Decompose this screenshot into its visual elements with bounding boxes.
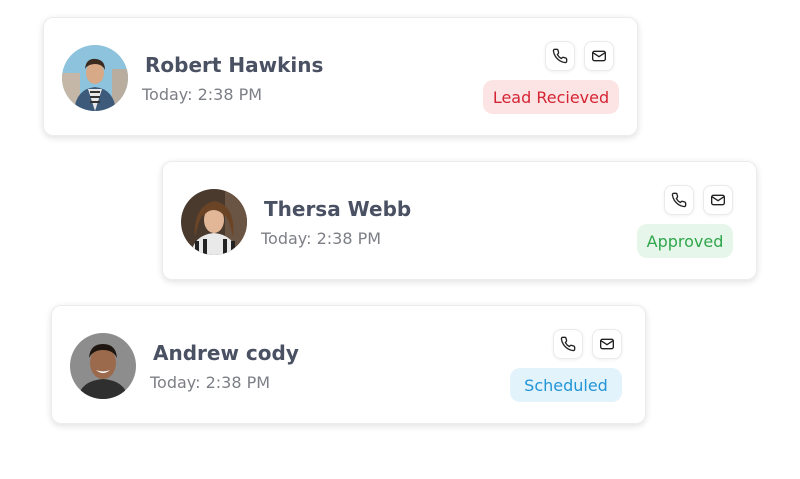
contact-time: Today: 2:38 PM	[150, 373, 271, 392]
contact-card[interactable]: Andrew cody Today: 2:38 PM Scheduled	[51, 305, 646, 424]
avatar-photo	[70, 333, 136, 399]
phone-icon	[560, 336, 576, 352]
avatar-photo	[62, 45, 128, 111]
contact-name: Thersa Webb	[264, 197, 412, 221]
avatar	[62, 45, 128, 111]
status-badge: Scheduled	[510, 368, 622, 402]
contact-card[interactable]: Thersa Webb Today: 2:38 PM Approved	[162, 161, 757, 280]
mail-icon	[600, 338, 614, 350]
phone-icon	[552, 48, 568, 64]
avatar	[70, 333, 136, 399]
call-button[interactable]	[545, 41, 575, 71]
email-button[interactable]	[703, 185, 733, 215]
avatar-photo	[181, 189, 247, 255]
phone-icon	[671, 192, 687, 208]
status-badge: Lead Recieved	[483, 80, 619, 114]
avatar	[181, 189, 247, 255]
mail-icon	[711, 194, 725, 206]
contact-name: Andrew cody	[153, 341, 299, 365]
call-button[interactable]	[553, 329, 583, 359]
call-button[interactable]	[664, 185, 694, 215]
contact-card[interactable]: Robert Hawkins Today: 2:38 PM Lead Recie…	[43, 17, 638, 136]
contact-name: Robert Hawkins	[145, 53, 324, 77]
email-button[interactable]	[584, 41, 614, 71]
email-button[interactable]	[592, 329, 622, 359]
mail-icon	[592, 50, 606, 62]
contact-time: Today: 2:38 PM	[142, 85, 263, 104]
contact-time: Today: 2:38 PM	[261, 229, 382, 248]
status-badge: Approved	[637, 224, 733, 258]
